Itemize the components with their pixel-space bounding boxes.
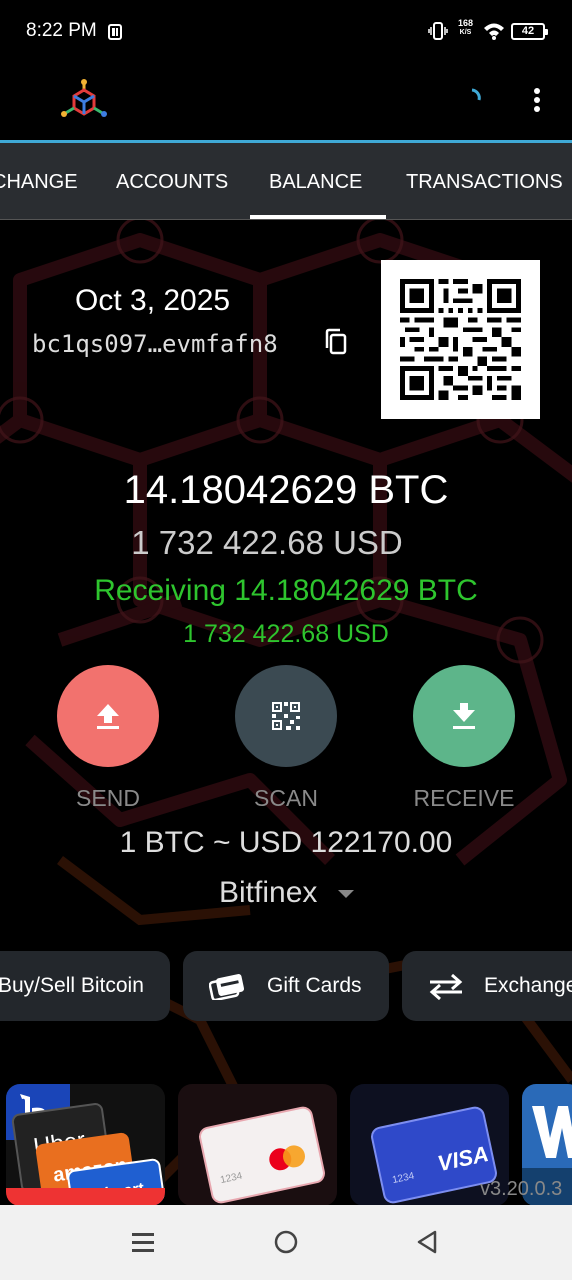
scan-button[interactable] [235, 665, 337, 767]
tab-exchange[interactable]: CHANGE [0, 171, 78, 194]
copy-icon[interactable] [324, 328, 348, 356]
mastercard-card: 1234 [197, 1104, 327, 1206]
buy-sell-chip[interactable]: Buy/Sell Bitcoin [0, 951, 170, 1021]
gift-cards-chip[interactable]: Gift Cards [183, 951, 389, 1021]
back-icon[interactable] [416, 1230, 438, 1254]
mastercard-number: 1234 [219, 1170, 244, 1187]
gift-card-icon [209, 974, 245, 1000]
usd-balance: 1 732 422.68 USD [131, 524, 403, 561]
home-icon[interactable] [274, 1230, 298, 1254]
status-time: 8:22 PM [26, 20, 97, 41]
qr-scan-icon [272, 702, 300, 730]
system-navigation-bar [0, 1205, 572, 1280]
upload-icon [97, 704, 119, 729]
swap-icon [429, 973, 463, 1000]
download-icon [453, 703, 475, 729]
tab-balance[interactable]: BALANCE [269, 171, 362, 194]
visa-number: 1234 [391, 1170, 416, 1187]
wallet-address[interactable]: bc1qs097…evmfafn8 [32, 330, 278, 358]
gift-cards-label: Gift Cards [267, 974, 362, 997]
exchange-label: Exchange [484, 974, 572, 997]
brands-gift-card-tile[interactable]: Uber amazon Walmart [6, 1084, 165, 1206]
app-bar [0, 64, 572, 142]
btc-balance: 14.18042629 BTC [123, 468, 449, 512]
scan-action[interactable]: SCAN [235, 665, 337, 812]
notification-icon [108, 24, 122, 40]
mastercard-tile[interactable]: 1234 [178, 1084, 337, 1206]
tab-active-indicator [250, 215, 386, 219]
loading-spinner-icon [471, 88, 481, 101]
speed-value: 168 [458, 18, 474, 28]
receive-label: RECEIVE [413, 785, 515, 811]
dropdown-caret-icon[interactable] [338, 890, 354, 898]
receiving-usd: 1 732 422.68 USD [183, 620, 389, 648]
status-bar: 8:22 PM 168 K/S 42 [0, 0, 572, 64]
balance-screen: Oct 3, 2025 bc1qs097…evmfafn8 14.1804262… [0, 220, 572, 1206]
card-stack-edge [6, 1188, 165, 1206]
battery-indicator: 42 [511, 23, 548, 40]
recents-menu-icon[interactable] [132, 1231, 154, 1253]
wifi-icon [484, 23, 504, 40]
overflow-menu-icon[interactable] [526, 86, 548, 118]
receiving-btc: Receiving 14.18042629 BTC [94, 574, 478, 607]
buy-sell-label: Buy/Sell Bitcoin [0, 974, 144, 997]
network-speed: 168 K/S [458, 19, 473, 37]
tab-accounts[interactable]: ACCOUNTS [116, 171, 228, 194]
exchange-selector[interactable]: Bitfinex [219, 876, 317, 910]
app-version: v3.20.0.3 [480, 1178, 563, 1200]
send-action[interactable]: SEND [57, 665, 159, 812]
receive-action[interactable]: RECEIVE [413, 665, 515, 812]
exchange-chip[interactable]: Exchange [402, 951, 572, 1021]
tab-transactions[interactable]: TRANSACTIONS [406, 171, 563, 194]
address-qr-code[interactable] [381, 260, 540, 419]
vibrate-icon [428, 22, 448, 40]
speed-unit: K/S [459, 29, 472, 36]
scan-label: SCAN [254, 785, 318, 811]
qr-code-icon [400, 279, 521, 400]
send-button[interactable] [57, 665, 159, 767]
exchange-rate: 1 BTC ~ USD 122170.00 [119, 826, 453, 859]
visa-brand-label: VISA [435, 1140, 491, 1177]
mastercard-logo-icon [269, 1145, 305, 1171]
wallet-date: Oct 3, 2025 [75, 284, 231, 317]
app-logo-icon [61, 79, 107, 117]
w-logo-icon [532, 1106, 572, 1158]
tab-bar: CHANGE ACCOUNTS BALANCE TRANSACTIONS [0, 143, 572, 220]
send-label: SEND [76, 785, 140, 811]
receive-button[interactable] [413, 665, 515, 767]
